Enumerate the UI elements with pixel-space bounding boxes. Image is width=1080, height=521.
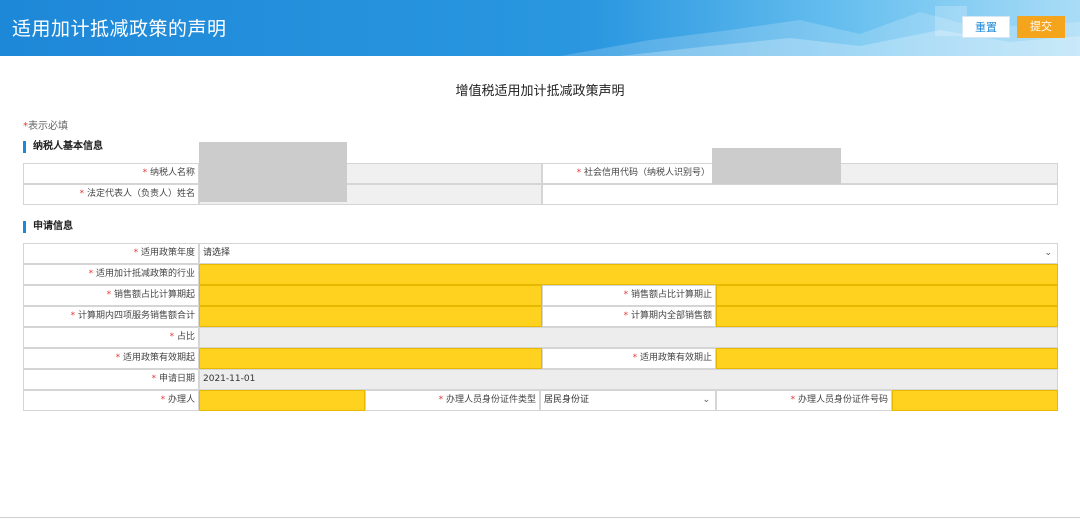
four-services-total-input[interactable] (199, 306, 542, 327)
chevron-down-icon: ⌄ (702, 395, 710, 405)
sales-ratio-start-input[interactable] (199, 285, 542, 306)
industry-label: * 适用加计抵减政策的行业 (23, 264, 199, 285)
form-title: 增值税适用加计抵减政策声明 (455, 84, 625, 99)
sales-ratio-start-label: * 销售额占比计算期起 (23, 285, 199, 306)
id-type-label: * 办理人员身份证件类型 (365, 390, 540, 411)
apply-date-field: 2021-11-01 (199, 369, 1058, 390)
policy-year-select[interactable]: 请选择 ⌄ (199, 243, 1058, 264)
industry-input[interactable] (199, 264, 1058, 285)
total-sales-label: * 计算期内全部销售额 (542, 306, 716, 327)
apply-date-label: * 申请日期 (23, 369, 199, 390)
policy-year-label: * 适用政策年度 (23, 243, 199, 264)
four-services-total-label: * 计算期内四项服务销售额合计 (23, 306, 199, 327)
section-title-application: 申请信息 (23, 221, 73, 233)
id-type-select[interactable]: 居民身份证 ⌄ (540, 390, 716, 411)
valid-start-input[interactable] (199, 348, 542, 369)
page-title: 适用加计抵减政策的声明 (12, 18, 227, 40)
section-title-basic-info: 纳税人基本信息 (23, 141, 103, 153)
ratio-field (199, 327, 1058, 348)
valid-end-label: * 适用政策有效期止 (542, 348, 716, 369)
redaction-mask (712, 148, 841, 184)
id-number-label: * 办理人员身份证件号码 (716, 390, 892, 411)
credit-code-label: * 社会信用代码（纳税人识别号） (542, 163, 714, 184)
header-bar: 适用加计抵减政策的声明 重置 提交 (0, 0, 1080, 56)
required-note-text: 表示必填 (28, 121, 68, 132)
sales-ratio-end-input[interactable] (716, 285, 1058, 306)
chevron-down-icon: ⌄ (1044, 248, 1052, 258)
total-sales-input[interactable] (716, 306, 1058, 327)
reset-button[interactable]: 重置 (962, 16, 1010, 38)
sales-ratio-end-label: * 销售额占比计算期止 (542, 285, 716, 306)
ratio-label: * 占比 (23, 327, 199, 348)
legal-rep-label: * 法定代表人（负责人）姓名 (23, 184, 199, 205)
handler-input[interactable] (199, 390, 365, 411)
taxpayer-name-label: * 纳税人名称 (23, 163, 199, 184)
empty-cell (542, 184, 1058, 205)
bottom-divider (0, 517, 1080, 518)
valid-end-input[interactable] (716, 348, 1058, 369)
handler-label: * 办理人 (23, 390, 199, 411)
required-note: *表示必填 (23, 117, 68, 132)
submit-button[interactable]: 提交 (1017, 16, 1065, 38)
id-number-input[interactable] (892, 390, 1058, 411)
redaction-mask (199, 142, 347, 202)
valid-start-label: * 适用政策有效期起 (23, 348, 199, 369)
